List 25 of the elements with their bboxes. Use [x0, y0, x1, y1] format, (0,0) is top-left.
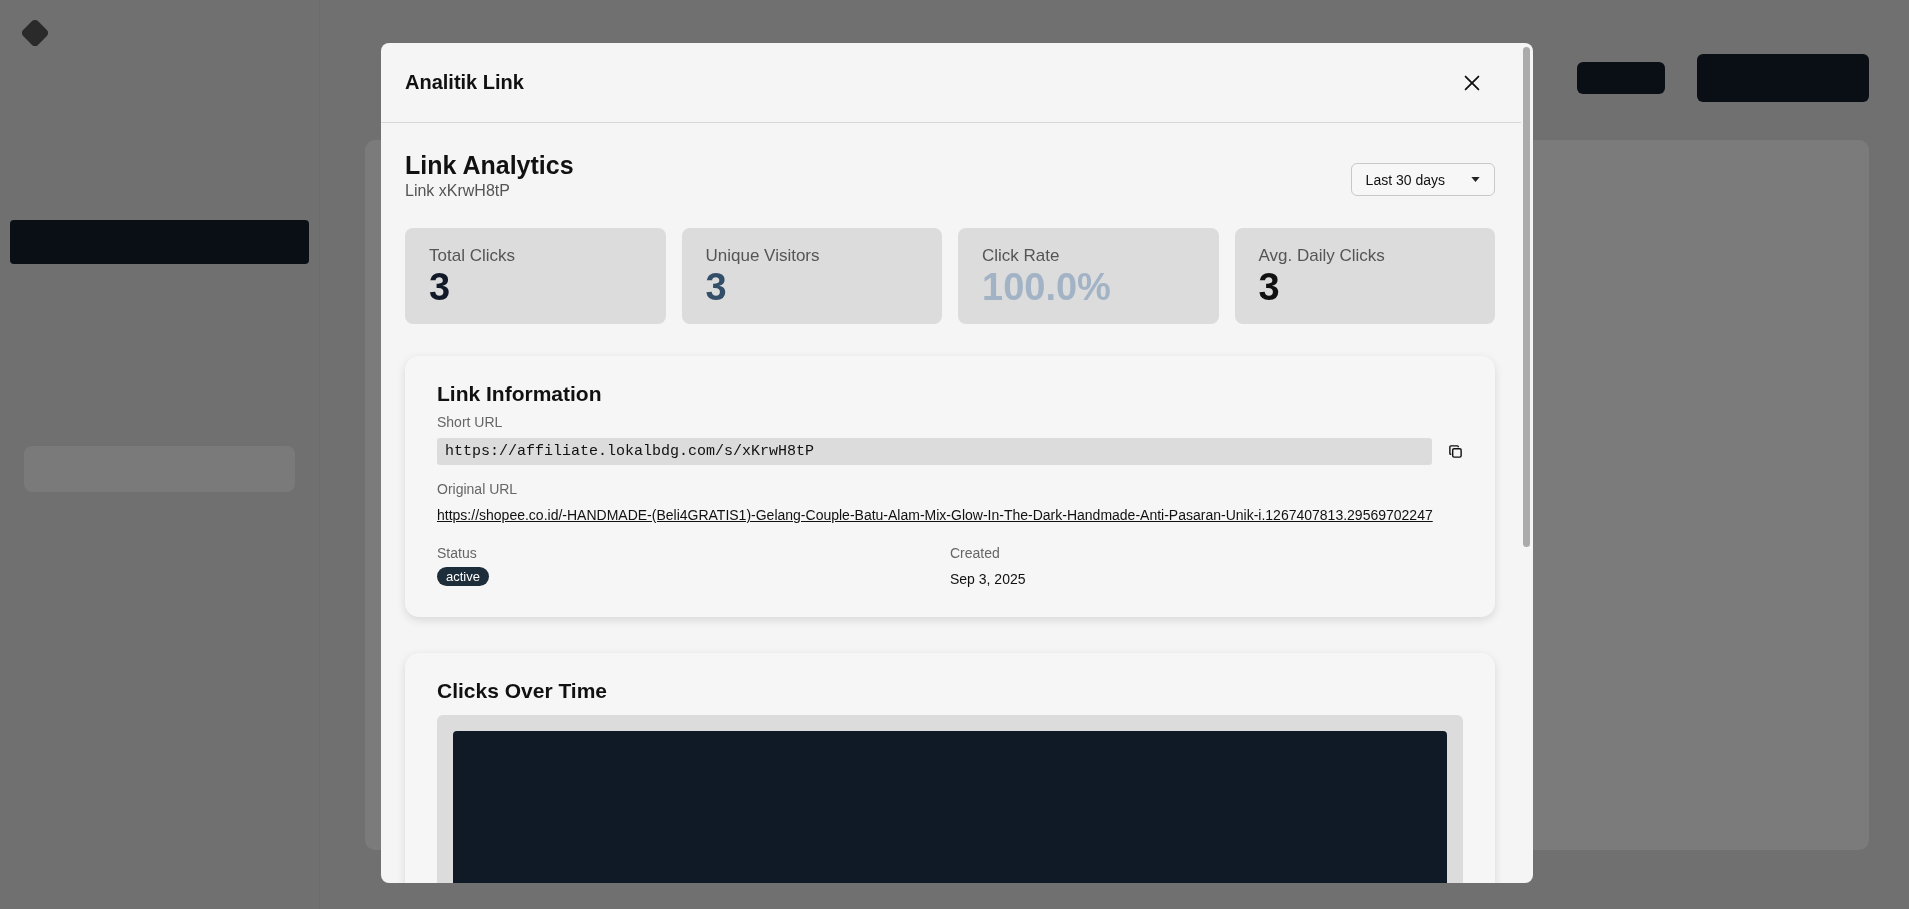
scrollbar-thumb[interactable]: [1523, 47, 1530, 547]
analytics-title: Link Analytics: [405, 151, 574, 180]
stat-value: 3: [1258, 268, 1281, 308]
stat-label: Avg. Daily Clicks: [1258, 246, 1386, 266]
stat-value: 100.0%: [982, 268, 1112, 308]
field-label: Original URL: [437, 481, 519, 497]
stat-value: 3: [429, 268, 452, 308]
stat-label: Click Rate: [982, 246, 1061, 266]
stat-label: Total Clicks: [429, 246, 516, 266]
link-subtitle: Link xKrwH8tP: [405, 182, 511, 200]
date-range-select[interactable]: Last 30 days: [1350, 163, 1495, 196]
original-url-link[interactable]: https://shopee.co.id/-HANDMADE-(Beli4GRATIS1)-Gelang-Couple-Batu-Alam-Mix-Glow-In-The-Dark-Handmade-Anti-Pasaran-Unik-i.1267407813.29569702247: [437, 505, 1463, 525]
copy-icon[interactable]: [1448, 444, 1463, 459]
created-date: Sep 3, 2025: [950, 571, 1027, 587]
field-label: Status: [437, 545, 478, 561]
field-label: Created: [950, 545, 1001, 561]
dialog-title: Analitik Link: [405, 71, 524, 94]
card-title: Clicks Over Time: [437, 679, 609, 703]
short-url-field[interactable]: https://affiliate.lokalbdg.com/s/xKrwH8tP: [437, 438, 1432, 465]
field-label: Short URL: [437, 414, 504, 430]
stat-label: Unique Visitors: [705, 246, 821, 266]
caret-icon: [1471, 177, 1480, 182]
card-title: Link Information: [437, 382, 603, 406]
status-badge: active: [437, 567, 489, 586]
stat-value: 3: [705, 268, 728, 308]
